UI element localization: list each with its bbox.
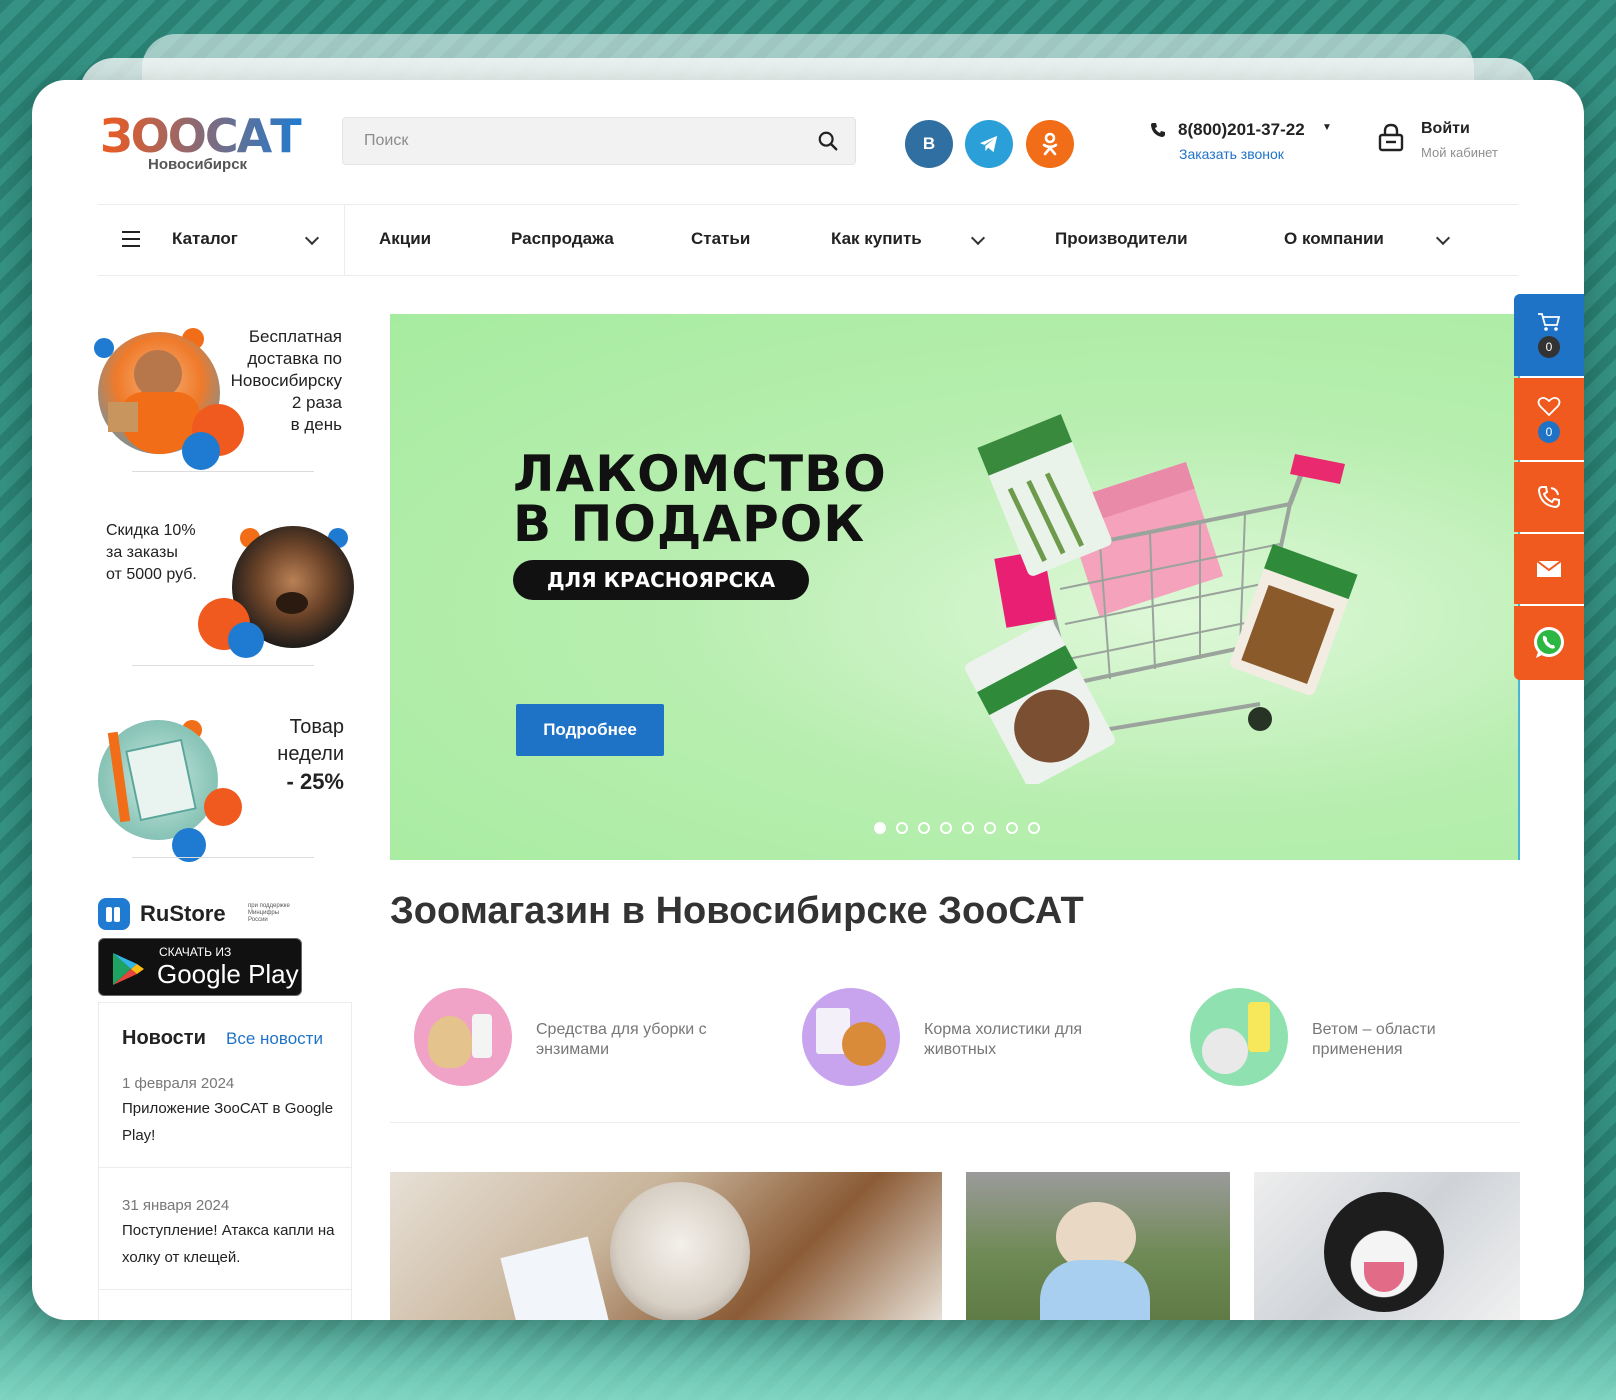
vk-label: В xyxy=(922,134,936,153)
banner-title: ЛАКОМСТВО В ПОДАРОК xyxy=(513,445,887,553)
promo-discount-text: Скидка 10% за заказы от 5000 руб. xyxy=(106,522,197,583)
nav-item-brands[interactable]: Производители xyxy=(1055,229,1188,249)
nav-item-about[interactable]: О компании xyxy=(1284,229,1384,249)
nav-item-articles[interactable]: Статьи xyxy=(691,229,750,249)
banner-city-pill: ДЛЯ КРАСНОЯРСКА xyxy=(513,560,809,600)
whatsapp-button[interactable] xyxy=(1514,606,1584,680)
article-photo-kitten[interactable] xyxy=(390,1172,942,1320)
callback-link[interactable]: Заказать звонок xyxy=(1179,146,1284,162)
divider xyxy=(99,1289,351,1290)
site-logo[interactable]: ЗООСАТ Новосибирск xyxy=(98,108,308,180)
product-image xyxy=(98,720,218,840)
ok-glyph-icon xyxy=(1042,132,1058,156)
telegram-icon[interactable] xyxy=(965,120,1013,168)
decor-dot xyxy=(182,432,220,470)
news-item-link[interactable]: Поступление! Атакса капли на холку от кл… xyxy=(122,1217,337,1271)
favorites-button[interactable]: 0 xyxy=(1514,378,1584,460)
slider-dot[interactable] xyxy=(940,822,952,834)
news-title: Новости xyxy=(122,1027,206,1049)
chevron-down-icon[interactable] xyxy=(1435,230,1451,246)
divider xyxy=(390,1122,1520,1123)
nav-item-promo[interactable]: Акции xyxy=(379,229,431,249)
divider xyxy=(99,1167,351,1168)
category-image xyxy=(414,988,512,1086)
cart-icon xyxy=(1538,313,1561,331)
all-news-link[interactable]: Все новости xyxy=(226,1029,323,1049)
gplay-big-text: Google Play xyxy=(157,959,299,989)
divider xyxy=(132,857,314,858)
slider-dot[interactable] xyxy=(1028,822,1040,834)
vk-icon[interactable]: В xyxy=(905,120,953,168)
decor-dot xyxy=(204,788,242,826)
search-icon[interactable] xyxy=(817,130,839,152)
burger-icon xyxy=(122,231,140,247)
shopping-cart-illustration xyxy=(965,414,1358,784)
mail-icon xyxy=(1536,560,1562,577)
chevron-down-icon xyxy=(304,230,320,246)
news-item-link[interactable]: Приложение ЗооСАТ в Google Play! xyxy=(122,1095,337,1149)
gplay-small-text: СКАЧАТЬ ИЗ xyxy=(159,945,232,959)
rustore-note: при поддержке Минцифры России xyxy=(248,903,290,923)
category-image xyxy=(1190,988,1288,1086)
news-widget: Новости Все новости 1 февраля 2024 Прило… xyxy=(98,1002,352,1320)
email-button[interactable] xyxy=(1514,534,1584,604)
phone-number[interactable]: 8(800)201-37-22 xyxy=(1178,120,1305,140)
category-label: Средства для уборки с энзимами xyxy=(536,1021,707,1058)
google-play-badge[interactable]: СКАЧАТЬ ИЗ Google Play xyxy=(98,938,302,996)
main-nav: Каталог Акции Распродажа Статьи Как купи… xyxy=(98,204,1518,276)
slider-dot[interactable] xyxy=(896,822,908,834)
rustore-label: RuStore xyxy=(140,901,226,926)
google-play-icon xyxy=(113,953,144,985)
slider-dot[interactable] xyxy=(1006,822,1018,834)
category-label: Корма холистики для животных xyxy=(924,1021,1083,1058)
catalog-label: Каталог xyxy=(172,229,238,248)
cabinet-label: Мой кабинет xyxy=(1421,145,1498,160)
rustore-icon xyxy=(98,898,130,930)
article-photo-bulldog[interactable] xyxy=(1254,1172,1520,1320)
slider-dot[interactable] xyxy=(984,822,996,834)
search-box xyxy=(342,117,856,165)
rustore-badge[interactable]: RuStore при поддержке Минцифры России xyxy=(98,898,298,932)
slider-dots xyxy=(874,822,1040,834)
promo-week-text: Товар недели - 25% xyxy=(277,716,344,794)
logo-mark-icon: ЗООСАТ xyxy=(100,109,304,160)
cart-button[interactable]: 0 xyxy=(1514,294,1584,376)
search-input[interactable] xyxy=(343,118,803,164)
heart-icon xyxy=(1537,396,1561,417)
decor-dot xyxy=(228,622,264,658)
phone-dropdown-icon[interactable]: ▼ xyxy=(1322,122,1332,133)
lock-icon[interactable] xyxy=(1377,122,1405,152)
chevron-down-icon[interactable] xyxy=(970,230,986,246)
slider-dot[interactable] xyxy=(962,822,974,834)
svg-text:ЗООСАТ: ЗООСАТ xyxy=(100,109,302,160)
page-title: Зоомагазин в Новосибирске ЗооСАТ xyxy=(390,890,1084,932)
nav-item-sale[interactable]: Распродажа xyxy=(511,229,614,249)
slider-dot[interactable] xyxy=(874,822,886,834)
phone-call-icon xyxy=(1537,486,1560,509)
nav-item-how-to-buy[interactable]: Как купить xyxy=(831,229,922,249)
browser-page: ЗООСАТ Новосибирск В 8(800)201-37-22 ▼ З… xyxy=(32,80,1584,1320)
article-photo-chihuahua[interactable] xyxy=(966,1172,1230,1320)
promo-delivery-text: Бесплатная доставка по Новосибирску 2 раза в… xyxy=(230,327,342,434)
odnoklassniki-icon[interactable] xyxy=(1026,120,1074,168)
call-button[interactable] xyxy=(1514,462,1584,532)
category-image xyxy=(802,988,900,1086)
whatsapp-icon xyxy=(1534,627,1564,658)
slider-dot[interactable] xyxy=(918,822,930,834)
favorites-count: 0 xyxy=(1538,421,1560,443)
divider xyxy=(132,471,314,472)
login-link[interactable]: Войти xyxy=(1421,120,1470,138)
phone-icon xyxy=(1151,123,1165,137)
cart-count: 0 xyxy=(1538,336,1560,358)
catalog-menu[interactable]: Каталог xyxy=(98,205,345,275)
telegram-plane-icon xyxy=(979,135,998,153)
news-date: 31 января 2024 xyxy=(122,1197,230,1214)
category-label: Ветом – области применения xyxy=(1312,1021,1436,1058)
banner-more-button[interactable]: Подробнее xyxy=(516,704,664,756)
divider xyxy=(132,665,314,666)
logo-city: Новосибирск xyxy=(148,156,248,173)
hero-banner[interactable]: ЛАКОМСТВО В ПОДАРОК ДЛЯ КРАСНОЯРСКА Подр… xyxy=(390,314,1520,860)
news-date: 1 февраля 2024 xyxy=(122,1075,235,1092)
